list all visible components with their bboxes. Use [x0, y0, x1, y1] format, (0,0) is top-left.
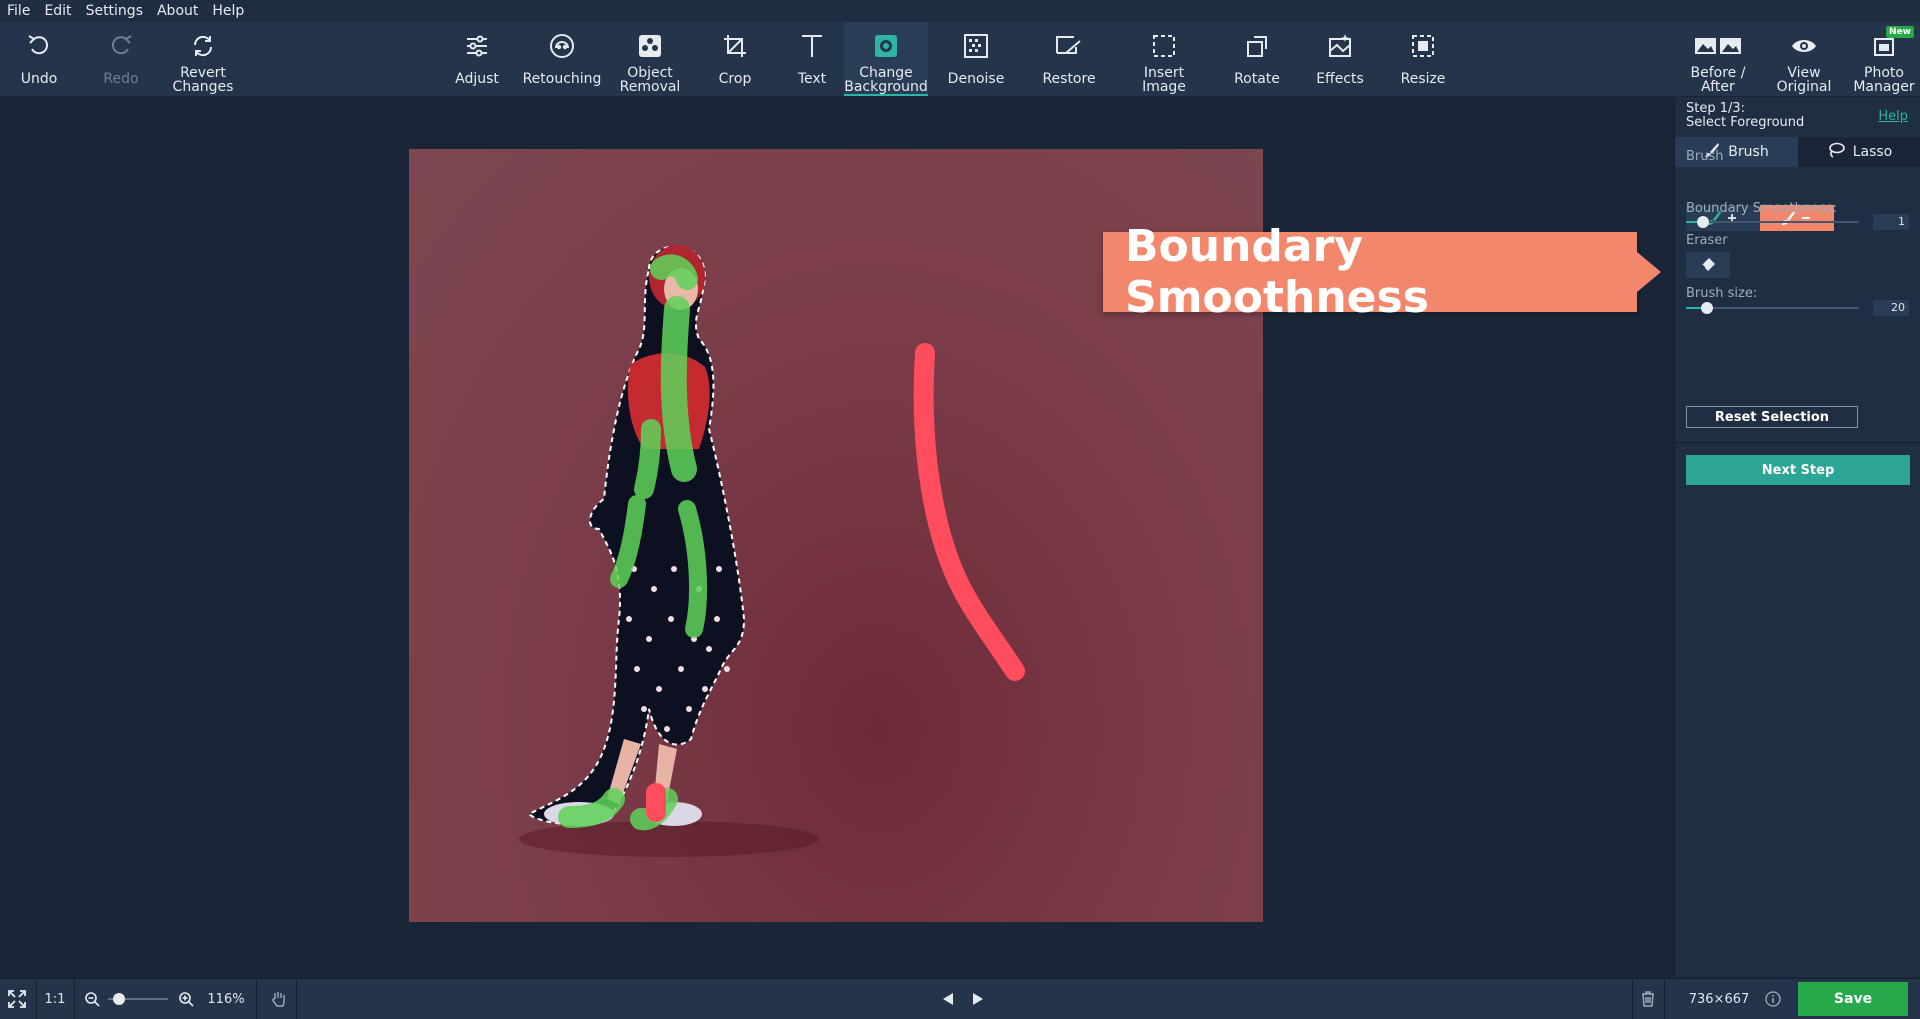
- brush-size-slider-knob[interactable]: [1700, 302, 1713, 314]
- effects-icon: [1327, 26, 1353, 66]
- adjust-button[interactable]: Adjust: [450, 22, 504, 96]
- separator: [1664, 979, 1665, 1019]
- eraser-section-label: Eraser: [1686, 233, 1728, 248]
- tab-brush-label: Brush: [1728, 144, 1769, 160]
- menu-bar: File Edit Settings About Help: [0, 0, 1920, 22]
- brush-size-label: Brush size:: [1686, 286, 1758, 301]
- triangle-right-icon: [973, 993, 983, 1005]
- image-dimensions: 736×667: [1688, 991, 1750, 1007]
- hand-icon: [272, 992, 285, 1007]
- change-background-icon: [873, 26, 899, 66]
- step-line-2: Select Foreground: [1686, 115, 1805, 130]
- text-button[interactable]: Text: [784, 22, 840, 96]
- brush-size-slider[interactable]: [1686, 302, 1859, 314]
- insert-image-button[interactable]: Insert Image: [1132, 22, 1196, 96]
- effects-button[interactable]: Effects: [1306, 22, 1374, 96]
- separator: [36, 979, 37, 1019]
- info-button[interactable]: [1762, 979, 1784, 1019]
- fullscreen-icon: [8, 990, 26, 1008]
- insert-image-icon: [1151, 26, 1177, 66]
- zoom-level: 116%: [207, 991, 245, 1007]
- restore-button[interactable]: Restore: [1032, 22, 1106, 96]
- redo-button[interactable]: Redo: [92, 22, 150, 96]
- separator: [1632, 979, 1633, 1019]
- main-toolbar: Undo Redo Revert Changes Adjust Retouchi…: [0, 22, 1920, 97]
- object-removal-icon: [637, 26, 663, 66]
- eraser-icon: [1701, 258, 1715, 271]
- before-after-button[interactable]: Before / After: [1684, 22, 1752, 96]
- menu-help[interactable]: Help: [205, 3, 251, 19]
- resize-button[interactable]: Resize: [1394, 22, 1452, 96]
- before-after-icon: [1694, 26, 1742, 66]
- save-button[interactable]: Save: [1798, 982, 1908, 1016]
- trash-icon: [1642, 991, 1654, 1007]
- sliders-icon: [464, 26, 490, 66]
- separator: [74, 979, 75, 1019]
- right-panel: Step 1/3: Select Foreground Help Brush L…: [1674, 97, 1920, 977]
- lasso-icon: [1827, 142, 1845, 162]
- zoom-out-icon: [85, 992, 100, 1007]
- denoise-button[interactable]: Denoise: [944, 22, 1008, 96]
- brush-section-label: Brush: [1686, 149, 1724, 164]
- bottom-bar: 1:1 116% 736×667 Save: [0, 978, 1920, 1019]
- panel-divider: [1675, 442, 1920, 443]
- pan-hand-button[interactable]: [266, 979, 292, 1019]
- rotate-button[interactable]: Rotate: [1226, 22, 1288, 96]
- undo-icon: [26, 26, 52, 66]
- rotate-icon: [1244, 26, 1270, 66]
- tab-lasso[interactable]: Lasso: [1798, 137, 1920, 167]
- menu-settings[interactable]: Settings: [79, 3, 150, 19]
- zoom-out-button[interactable]: [82, 979, 102, 1019]
- retouching-button[interactable]: Retouching: [522, 22, 602, 96]
- redo-icon: [108, 26, 134, 66]
- boundary-smoothness-slider[interactable]: [1686, 216, 1859, 228]
- previous-image-button[interactable]: [936, 979, 960, 1019]
- crop-icon: [722, 26, 748, 66]
- menu-edit[interactable]: Edit: [37, 3, 78, 19]
- object-removal-button[interactable]: Object Removal: [616, 22, 684, 96]
- next-step-button[interactable]: Next Step: [1686, 455, 1910, 485]
- view-original-button[interactable]: View Original: [1770, 22, 1838, 96]
- menu-file[interactable]: File: [0, 3, 37, 19]
- separator: [256, 979, 257, 1019]
- eye-icon: [1791, 26, 1817, 66]
- photo-manager-button[interactable]: New Photo Manager: [1848, 22, 1920, 96]
- boundary-smoothness-label: Boundary Smoothness:: [1686, 201, 1838, 216]
- zoom-in-icon: [179, 992, 194, 1007]
- one-to-one-button[interactable]: 1:1: [38, 979, 72, 1019]
- triangle-left-icon: [943, 993, 953, 1005]
- refresh-icon: [190, 26, 216, 66]
- next-image-button[interactable]: [966, 979, 990, 1019]
- magic-wand-icon: [1054, 26, 1084, 66]
- new-badge: New: [1886, 26, 1914, 38]
- eraser-button[interactable]: [1686, 252, 1730, 278]
- undo-button[interactable]: Undo: [10, 22, 68, 96]
- change-background-button[interactable]: Change Background: [844, 22, 928, 96]
- step-line-1: Step 1/3:: [1686, 101, 1746, 116]
- zoom-slider-knob[interactable]: [113, 993, 125, 1005]
- face-icon: [548, 26, 576, 66]
- fit-screen-button[interactable]: [0, 979, 34, 1019]
- step-title: Step 1/3: Select Foreground: [1686, 102, 1804, 130]
- text-icon: [799, 26, 825, 66]
- separator: [296, 979, 297, 1019]
- callout-arrow: [1637, 252, 1661, 292]
- resize-icon: [1410, 26, 1436, 66]
- revert-changes-button[interactable]: Revert Changes: [168, 22, 238, 96]
- boundary-smoothness-value[interactable]: 1: [1873, 214, 1909, 230]
- boundary-smoothness-callout: Boundary Smoothness: [1103, 221, 1637, 323]
- brush-size-value[interactable]: 20: [1873, 300, 1909, 316]
- crop-button[interactable]: Crop: [706, 22, 764, 96]
- info-icon: [1765, 991, 1781, 1007]
- menu-about[interactable]: About: [150, 3, 205, 19]
- callout-text: Boundary Smoothness: [1125, 221, 1429, 323]
- help-link[interactable]: Help: [1878, 109, 1908, 124]
- tab-lasso-label: Lasso: [1852, 144, 1893, 160]
- delete-button[interactable]: [1636, 979, 1660, 1019]
- denoise-icon: [963, 26, 989, 66]
- reset-selection-button[interactable]: Reset Selection: [1686, 406, 1858, 428]
- zoom-in-button[interactable]: [176, 979, 196, 1019]
